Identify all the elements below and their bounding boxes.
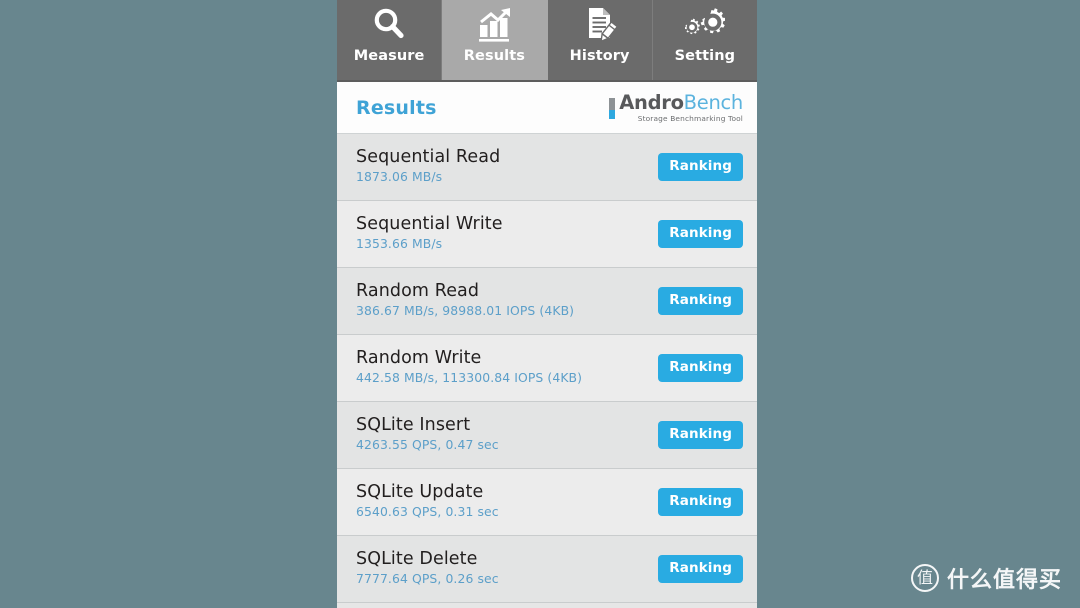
result-value: 1353.66 MB/s (356, 236, 443, 252)
tab-history-label: History (569, 48, 630, 64)
result-title: SQLite Insert (356, 415, 471, 436)
brand-tagline: Storage Benchmarking Tool (637, 113, 743, 123)
magnifier-icon (369, 2, 409, 48)
ranking-button[interactable]: Ranking (658, 152, 743, 182)
ranking-button[interactable]: Ranking (658, 219, 743, 249)
androbench-logo: AndroBench Storage Benchmarking Tool (609, 93, 743, 122)
watermark: 值 什么值得买 (910, 562, 1062, 594)
results-header: Results AndroBench Storage Benchmarking … (337, 82, 757, 134)
watermark-text: 什么值得买 (946, 568, 1062, 593)
ranking-button[interactable]: Ranking (658, 554, 743, 584)
result-title: SQLite Update (356, 482, 484, 503)
result-value: 4263.55 QPS, 0.47 sec (356, 437, 499, 453)
ranking-button[interactable]: Ranking (658, 286, 743, 316)
gears-icon (684, 2, 725, 48)
result-title: Sequential Read (356, 147, 501, 168)
table-row: Random Read 386.67 MB/s, 98988.01 IOPS (… (337, 268, 757, 335)
tab-results[interactable]: Results (442, 0, 548, 80)
table-row: SQLite Delete 7777.64 QPS, 0.26 sec Rank… (337, 536, 757, 603)
tab-results-label: Results (463, 48, 525, 64)
result-value: 386.67 MB/s, 98988.01 IOPS (4KB) (356, 303, 575, 319)
ranking-button[interactable]: Ranking (658, 487, 743, 517)
result-value: 1873.06 MB/s (356, 169, 443, 185)
tab-measure[interactable]: Measure (337, 0, 443, 80)
page-title: Results (356, 96, 437, 119)
result-value: 442.58 MB/s, 113300.84 IOPS (4KB) (356, 370, 583, 386)
androbench-app-panel: Measure Results History Setting Results … (337, 0, 757, 608)
brand-primary: Andro (619, 91, 684, 115)
document-pencil-icon (580, 2, 620, 48)
table-row: SQLite Update 6540.63 QPS, 0.31 sec Rank… (337, 469, 757, 536)
result-title: SQLite Delete (356, 549, 478, 570)
result-value: 6540.63 QPS, 0.31 sec (356, 504, 499, 520)
result-title: Random Write (356, 348, 482, 369)
table-row: Sequential Write 1353.66 MB/s Ranking (337, 201, 757, 268)
ranking-button[interactable]: Ranking (658, 353, 743, 383)
table-row: SQLite Insert 4263.55 QPS, 0.47 sec Rank… (337, 402, 757, 469)
bar-chart-icon (474, 2, 514, 48)
tab-history[interactable]: History (547, 0, 653, 80)
tab-bar: Measure Results History Setting (337, 0, 757, 82)
result-title: Sequential Write (356, 214, 503, 235)
tab-measure-label: Measure (353, 48, 425, 64)
result-title: Random Read (356, 281, 480, 302)
brand-mark-icon (609, 98, 616, 120)
brand-secondary: Bench (683, 91, 744, 115)
smzdm-logo-icon: 值 (910, 564, 939, 592)
ranking-button[interactable]: Ranking (658, 420, 743, 450)
table-row: Random Write 442.58 MB/s, 113300.84 IOPS… (337, 335, 757, 402)
tab-setting-label: Setting (674, 48, 736, 64)
tab-setting[interactable]: Setting (652, 0, 757, 80)
result-list: Sequential Read 1873.06 MB/s Ranking Seq… (337, 134, 757, 608)
table-row: Sequential Read 1873.06 MB/s Ranking (337, 134, 757, 201)
result-value: 7777.64 QPS, 0.26 sec (356, 571, 499, 587)
